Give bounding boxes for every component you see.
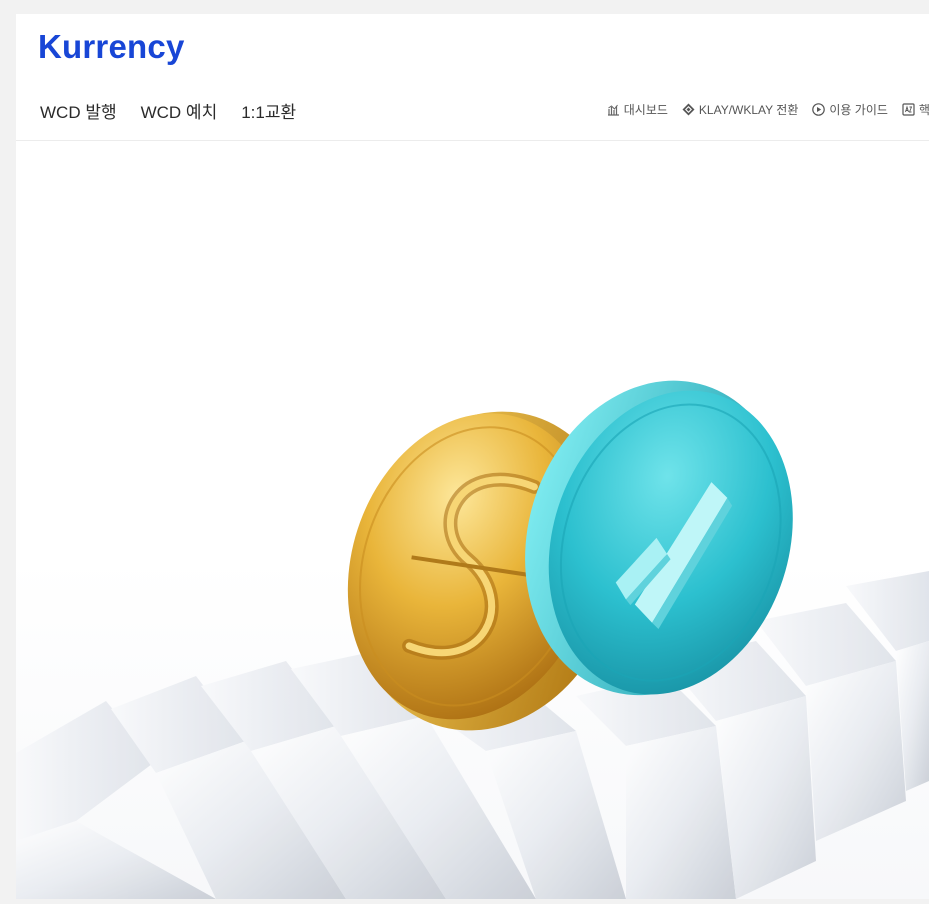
nav-one-to-one-exchange[interactable]: 1:1교환: [241, 98, 296, 123]
util-glossary-label: 핵심: [918, 103, 929, 117]
nav-wcd-issue[interactable]: WCD 발행: [40, 98, 117, 123]
app-window: Kurrency WCD 발행 WCD 예치 1:1교환 대시보드 KLAY/W…: [16, 14, 929, 899]
utility-nav: 대시보드 KLAY/WKLAY 전환 이용 가이드 핵: [607, 101, 929, 118]
util-glossary-link[interactable]: 핵심: [902, 101, 929, 118]
util-dashboard-link[interactable]: 대시보드: [607, 101, 668, 118]
util-guide-label: 이용 가이드: [829, 103, 888, 117]
hero-coins-illustration: [16, 380, 929, 899]
util-guide-link[interactable]: 이용 가이드: [812, 101, 888, 118]
glossary-icon: [902, 103, 915, 116]
util-dashboard-label: 대시보드: [623, 103, 668, 117]
klaytn-icon: [682, 103, 695, 116]
site-header: Kurrency WCD 발행 WCD 예치 1:1교환 대시보드 KLAY/W…: [16, 14, 929, 141]
main-nav: WCD 발행 WCD 예치 1:1교환: [40, 98, 296, 123]
play-circle-icon: [812, 103, 826, 116]
kurrency-logo[interactable]: Kurrency: [38, 28, 185, 66]
dashboard-icon: [607, 104, 619, 116]
util-klay-convert-label: KLAY/WKLAY 전환: [698, 103, 799, 117]
hero-banner: [16, 141, 929, 899]
nav-wcd-deposit[interactable]: WCD 예치: [141, 98, 218, 123]
util-klay-convert-link[interactable]: KLAY/WKLAY 전환: [682, 101, 798, 118]
